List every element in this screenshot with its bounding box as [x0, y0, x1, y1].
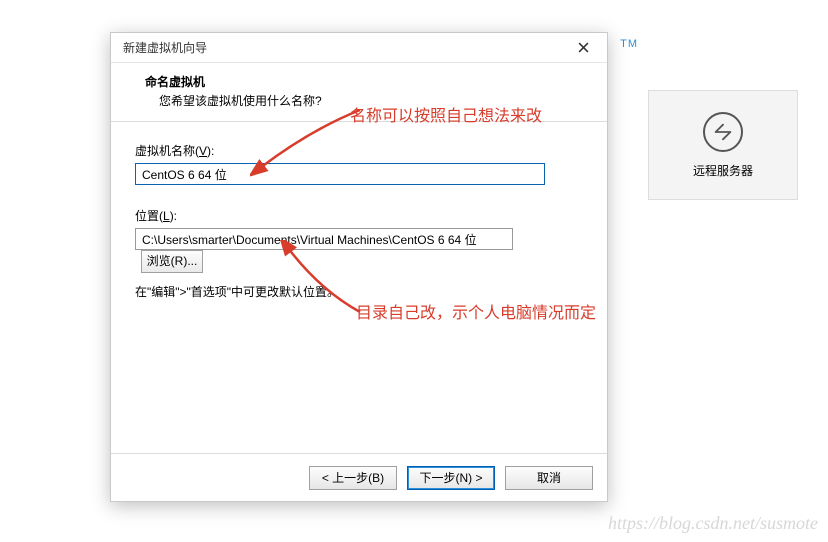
back-button[interactable]: < 上一步(B) — [309, 466, 397, 490]
remote-server-tile[interactable]: 远程服务器 — [648, 90, 798, 200]
vm-name-label: 虚拟机名称(V): — [135, 142, 583, 159]
vm-location-input[interactable] — [135, 228, 513, 250]
dialog-title: 新建虚拟机向导 — [123, 39, 207, 56]
cancel-button[interactable]: 取消 — [505, 466, 593, 490]
location-hint: 在"编辑">"首选项"中可更改默认位置。 — [135, 283, 583, 300]
close-icon — [578, 42, 589, 53]
trademark-text: TM — [620, 38, 638, 50]
close-button[interactable] — [563, 34, 603, 62]
titlebar: 新建虚拟机向导 — [111, 33, 607, 63]
wizard-content: 虚拟机名称(V): 位置(L): 浏览(R)... 在"编辑">"首选项"中可更… — [111, 122, 607, 453]
header-title: 命名虚拟机 — [145, 73, 587, 90]
browse-button[interactable]: 浏览(R)... — [141, 250, 203, 273]
watermark: https://blog.csdn.net/susmote — [608, 513, 818, 534]
new-vm-wizard-dialog: 新建虚拟机向导 命名虚拟机 您希望该虚拟机使用什么名称? 虚拟机名称(V): 位… — [110, 32, 608, 502]
next-button[interactable]: 下一步(N) > — [407, 466, 495, 490]
vm-name-input[interactable] — [135, 163, 545, 185]
wizard-header: 命名虚拟机 您希望该虚拟机使用什么名称? — [111, 63, 607, 122]
remote-server-icon — [703, 112, 743, 152]
header-subtitle: 您希望该虚拟机使用什么名称? — [145, 92, 587, 109]
wizard-footer: < 上一步(B) 下一步(N) > 取消 — [111, 453, 607, 501]
remote-server-label: 远程服务器 — [693, 162, 753, 179]
vm-location-label: 位置(L): — [135, 207, 583, 224]
